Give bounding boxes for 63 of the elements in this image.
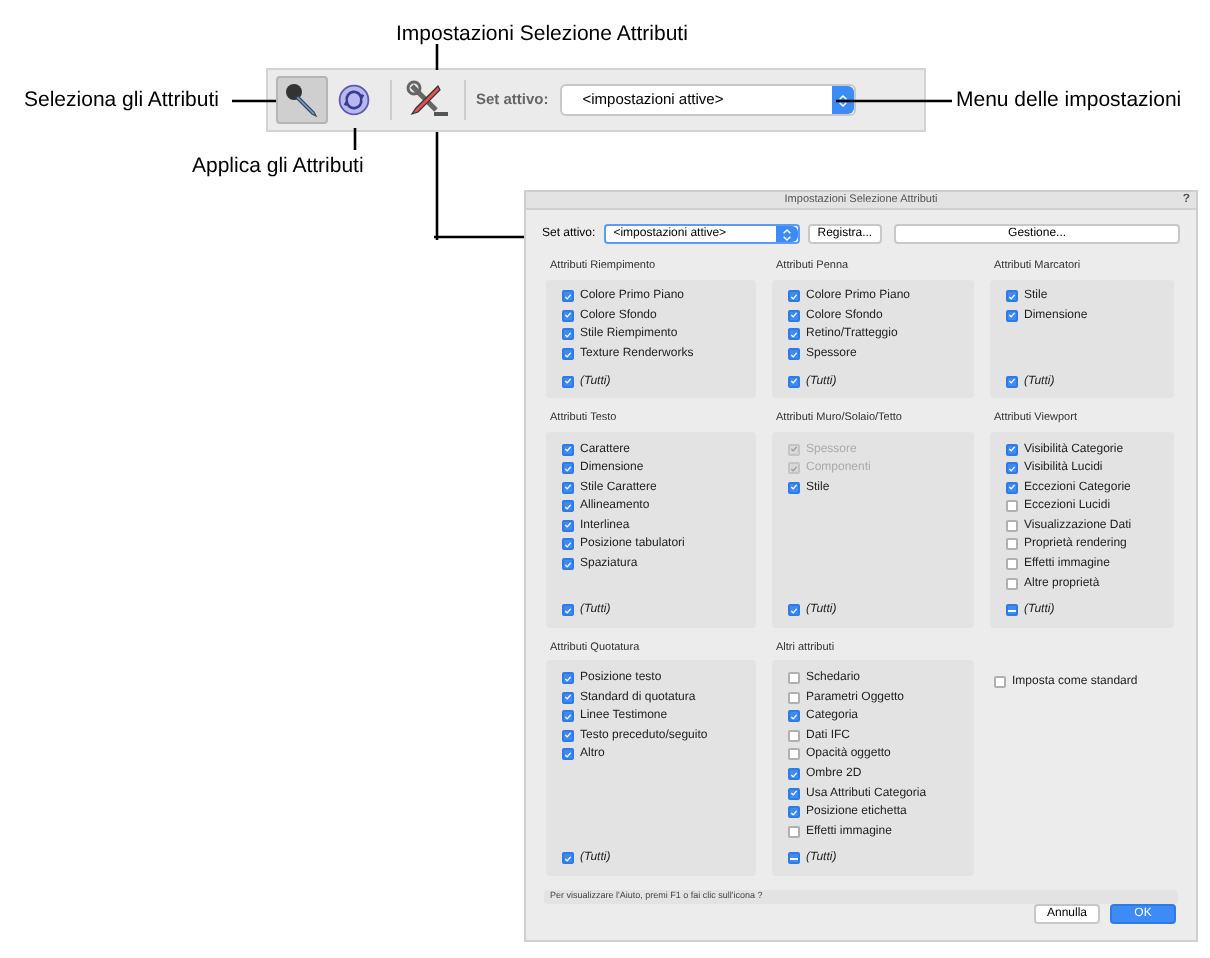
- checkbox[interactable]: [788, 787, 800, 800]
- checkbox[interactable]: [788, 309, 800, 322]
- callout-label: Applica gli Attributi: [192, 152, 364, 182]
- checkbox[interactable]: [788, 672, 800, 685]
- checkbox[interactable]: [788, 825, 800, 838]
- checkbox[interactable]: [562, 558, 574, 571]
- checkbox[interactable]: [1006, 309, 1018, 322]
- checkbox[interactable]: [1006, 577, 1018, 590]
- tool-button[interactable]: [276, 76, 328, 124]
- checkbox[interactable]: [562, 462, 574, 475]
- checkbox[interactable]: [1006, 538, 1018, 551]
- callout-label: Menu delle impostazioni: [956, 86, 1182, 116]
- leader-line: [836, 98, 952, 104]
- checkbox[interactable]: [562, 348, 574, 361]
- checkbox[interactable]: [1006, 558, 1018, 571]
- checkbox[interactable]: [562, 375, 574, 388]
- checkbox[interactable]: [562, 309, 574, 322]
- checkbox[interactable]: [562, 748, 574, 761]
- checkbox[interactable]: [788, 710, 800, 723]
- checkbox[interactable]: [788, 328, 800, 341]
- stepper-icon: [832, 86, 855, 114]
- refresh-icon: [336, 82, 372, 118]
- checkbox[interactable]: [562, 538, 574, 551]
- checkbox[interactable]: [788, 691, 800, 704]
- checkbox[interactable]: [1006, 519, 1018, 532]
- eyedropper-icon: [282, 80, 322, 120]
- checkbox[interactable]: [994, 675, 1006, 688]
- checkbox[interactable]: [1006, 375, 1018, 388]
- checkbox[interactable]: [788, 604, 800, 617]
- checkbox[interactable]: [562, 604, 574, 617]
- checkbox[interactable]: [562, 691, 574, 704]
- checkbox[interactable]: [562, 443, 574, 456]
- leader-line: [434, 44, 440, 70]
- callout-label: Impostazioni Selezione Attributi: [396, 20, 688, 50]
- checkbox[interactable]: [788, 768, 800, 781]
- checkbox[interactable]: [788, 748, 800, 761]
- checkbox[interactable]: [788, 729, 800, 742]
- checkbox[interactable]: [788, 481, 800, 494]
- checkbox[interactable]: [562, 290, 574, 303]
- checkbox[interactable]: [1006, 481, 1018, 494]
- leader-line: [352, 128, 358, 150]
- checkbox[interactable]: [788, 806, 800, 819]
- tools-icon: [406, 80, 450, 120]
- checkbox[interactable]: [1006, 500, 1018, 513]
- checkbox[interactable]: [562, 519, 574, 532]
- callout-label: Seleziona gli Attributi: [24, 86, 219, 116]
- stepper-icon: [775, 226, 798, 243]
- checkbox[interactable]: [562, 481, 574, 494]
- checkbox[interactable]: [1006, 290, 1018, 303]
- checkbox[interactable]: [562, 328, 574, 341]
- checkbox[interactable]: [562, 710, 574, 723]
- checkbox[interactable]: [562, 500, 574, 513]
- checkbox[interactable]: [788, 852, 800, 865]
- leader-line: [232, 98, 276, 104]
- checkbox[interactable]: [788, 290, 800, 303]
- checkbox[interactable]: [788, 348, 800, 361]
- checkbox[interactable]: [1006, 443, 1018, 456]
- checkbox[interactable]: [562, 672, 574, 685]
- checkbox[interactable]: [1006, 604, 1018, 617]
- checkbox[interactable]: [788, 375, 800, 388]
- checkbox[interactable]: [562, 729, 574, 742]
- checkbox[interactable]: [562, 852, 574, 865]
- checkbox[interactable]: [1006, 462, 1018, 475]
